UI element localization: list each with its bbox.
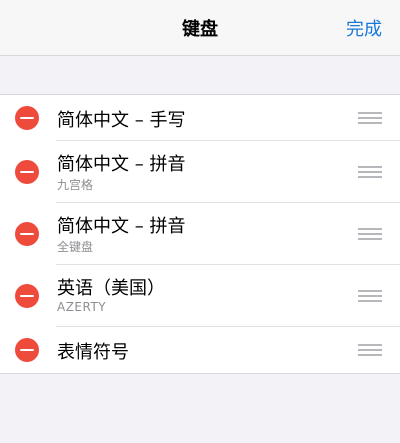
delete-keyboard-button[interactable] — [15, 222, 39, 246]
keyboard-title: 简体中文 – 手写 — [57, 110, 186, 131]
keyboard-list: 简体中文 – 手写 简体中文 – 拼音 九宫格 简体中文 – 拼音 全键盘 英语… — [0, 94, 400, 374]
minus-icon — [20, 117, 34, 119]
reorder-handle-icon[interactable] — [358, 344, 382, 356]
reorder-handle-icon[interactable] — [358, 228, 382, 240]
delete-keyboard-button[interactable] — [15, 160, 39, 184]
page-title: 键盘 — [182, 19, 218, 40]
keyboard-row-pinyin-full: 简体中文 – 拼音 全键盘 — [0, 203, 400, 265]
keyboard-row-pinyin-9key: 简体中文 – 拼音 九宫格 — [0, 141, 400, 203]
keyboard-row-english-us: 英语（美国） AZERTY — [0, 265, 400, 327]
minus-icon — [20, 349, 34, 351]
done-button[interactable]: 完成 — [346, 0, 382, 56]
minus-icon — [20, 295, 34, 297]
delete-keyboard-button[interactable] — [15, 284, 39, 308]
reorder-handle-icon[interactable] — [358, 290, 382, 302]
keyboard-title: 简体中文 – 拼音 — [57, 154, 186, 175]
keyboard-row-handwriting: 简体中文 – 手写 — [0, 95, 400, 141]
keyboard-title: 简体中文 – 拼音 — [57, 216, 186, 237]
delete-keyboard-button[interactable] — [15, 338, 39, 362]
keyboard-layout-subtitle: AZERTY — [57, 300, 107, 314]
keyboard-layout-subtitle: 全键盘 — [57, 240, 94, 254]
keyboard-title: 表情符号 — [57, 342, 129, 363]
minus-icon — [20, 171, 34, 173]
reorder-handle-icon[interactable] — [358, 112, 382, 124]
minus-icon — [20, 233, 34, 235]
reorder-handle-icon[interactable] — [358, 166, 382, 178]
navigation-bar: 键盘 完成 — [0, 0, 400, 56]
keyboard-title: 英语（美国） — [57, 278, 165, 299]
keyboard-row-emoji: 表情符号 — [0, 327, 400, 373]
keyboard-layout-subtitle: 九宫格 — [57, 178, 94, 192]
delete-keyboard-button[interactable] — [15, 106, 39, 130]
